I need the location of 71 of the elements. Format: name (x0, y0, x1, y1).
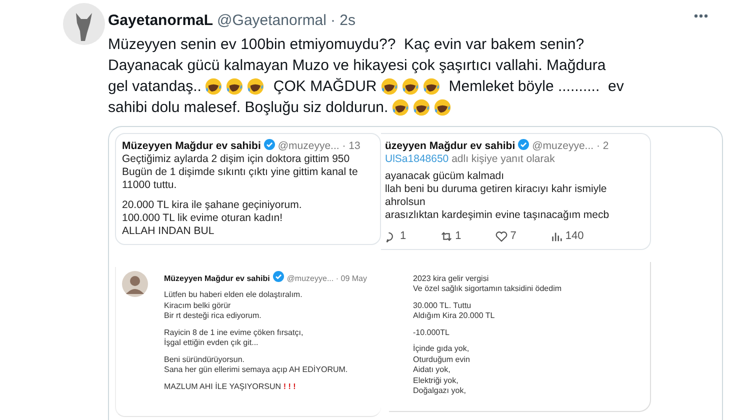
laughing-emoji-icon (434, 98, 452, 116)
avatar (122, 270, 148, 296)
laughing-emoji-icon (422, 78, 440, 94)
author-name: üzeyyen Mağdur ev sahibi (385, 140, 516, 152)
reply-context: adlı kişiye yanıt olarak (452, 152, 555, 164)
retweet-icon[interactable] (440, 230, 454, 242)
post-text: ÇOK MAĞDUR (273, 76, 377, 96)
post-text: Dayanacak gücü kalmayan Muzo ve hikayesi çok şaşırtıcı vallahi. Mağdura (108, 56, 606, 76)
verified-badge-icon (264, 138, 275, 150)
author-handle: @muzeyye... (532, 140, 594, 152)
user-handle[interactable]: @Gayetanormal (217, 10, 326, 32)
post-text-line: Aldığım Kira 20.000 TL (413, 311, 496, 322)
action-count: 1 (400, 230, 406, 242)
post-text-line: 100.000 TL lik evime oturan kadın! (122, 212, 284, 224)
verified-badge-icon (272, 270, 284, 282)
laughing-emoji-icon (402, 78, 419, 94)
post-text: Memleket böyle .......... ev (448, 76, 624, 96)
post-text-line: Elektriği yok, (413, 376, 460, 386)
post-time[interactable]: · 2s (330, 10, 356, 32)
laughing-emoji-icon (380, 78, 398, 94)
post-text-line: ALLAH INDAN BUL (122, 224, 216, 238)
verified-badge-icon (518, 138, 530, 150)
post-time: · 09 May (336, 274, 367, 282)
author-name: Müzeyyen Mağdur ev sahibi (122, 140, 261, 152)
post-text-line: Aidatı yok, (413, 365, 452, 376)
laughing-emoji-icon (205, 78, 222, 94)
post-text-line: Doğalgazı yok, (413, 386, 467, 396)
post-text-line: arasızlıktan kardeşimin evine taşınacağım mecb (385, 208, 610, 222)
post-text: gel vatandaş.. (108, 76, 202, 96)
avatar[interactable] (63, 3, 105, 45)
post-text-line: ahrolsun (385, 196, 426, 208)
action-count: 1 (455, 230, 462, 242)
post-text-line: Beni süründürüyorsun. (164, 354, 246, 365)
post-time: · 2 (596, 140, 609, 152)
post-text-line: Kiracım belki görür (164, 300, 232, 311)
post-text-line: Bugün de 1 dişimde sıkıntı çıktı yine gittim kanal te (122, 166, 359, 178)
post-text-line: Lütfen bu haberi elden ele dolaştıralım. (164, 290, 304, 300)
post-text-line: 20.000 TL kira ile şahane geçiniyorum. (122, 198, 303, 212)
action-count: 140 (565, 230, 584, 242)
author-name: Müzeyyen Mağdur ev sahibi (164, 274, 270, 282)
heart-icon[interactable] (495, 230, 508, 242)
exclamation-marks: ! ! ! (283, 382, 296, 390)
laughing-emoji-icon (392, 98, 410, 116)
post-text-line: İçinde gıda yok, (413, 344, 470, 354)
post-text-line: Ve özel sağlık sigortamın taksidini ödedim (413, 284, 563, 294)
post-text-line: 11000 tuttu. (122, 178, 178, 192)
post-text-line: İşgal ettiğin evden çık git... (164, 338, 260, 348)
post-text-line: Geçtiğimiz aylarda 2 dişim için doktora gittim 950 (122, 152, 351, 166)
post-text-line: Sana her gün ellerimi semaya açıp AH EDİYORUM. (164, 365, 349, 376)
laughing-emoji-icon (413, 98, 430, 116)
post-text-line: ayanacak gücüm kalmadı (385, 170, 506, 182)
author-handle: @muzeyye... (286, 274, 334, 282)
author-handle: @muzeyye... (278, 140, 340, 152)
laughing-emoji-icon (226, 78, 244, 94)
action-count: 7 (510, 230, 516, 242)
post-text: sahibi dolu malesef. Boşluğu siz doldurun. (108, 98, 388, 118)
more-icon[interactable] (694, 14, 708, 18)
media-screenshot[interactable] (108, 126, 723, 420)
laughing-emoji-icon (247, 78, 264, 94)
post-text: Müzeyyen senin ev 100bin etmiyomuydu?? Kaç evin var bakem senin? (108, 34, 584, 54)
post-text-line: 30.000 TL. Tuttu (413, 300, 472, 311)
post-text-line: -10.000TL (413, 328, 450, 338)
post-time: · 13 (342, 140, 360, 152)
post-text-line: Oturduğum evin (413, 354, 471, 365)
post-text-line: Bir rt desteği rica ediyorum. (164, 311, 262, 322)
post-text-line: MAZLUM AHI İLE YAŞIYORSUN (164, 382, 282, 390)
post-text-line: Rayicin 8 de 1 ine evime çöken fırsatçı, (164, 328, 304, 338)
display-name[interactable]: GayetanormaL (108, 10, 214, 32)
post-text-line: 2023 kira gelir vergisi (413, 274, 490, 284)
reply-mention: UlSa1848650 (385, 152, 449, 164)
post-text-line: llah beni bu duruma getiren kiracıyı kahr ismiyle (385, 182, 608, 196)
